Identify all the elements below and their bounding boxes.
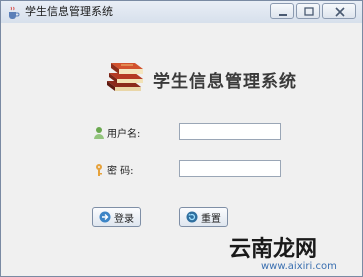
password-label: 密 码: xyxy=(107,166,134,177)
system-title: 学生信息管理系统 xyxy=(153,72,297,92)
username-input[interactable] xyxy=(179,123,281,140)
login-panel: 学生信息管理系统 用户名: 密 码: 登录 重置 云南龙网 www.aixiri… xyxy=(1,23,362,276)
login-window: 学生信息管理系统 学生信息管理系统 用户名: 密 码: 登录 重置 云南龙网 w… xyxy=(0,0,363,277)
reset-button[interactable]: 重置 xyxy=(179,207,228,227)
close-icon[interactable] xyxy=(322,3,356,19)
java-cup-icon xyxy=(6,5,20,19)
watermark-url: www.aixiri.com xyxy=(261,261,337,272)
watermark-logo: 云南龙网 xyxy=(229,236,318,262)
username-label: 用户名: xyxy=(107,129,141,140)
minimize-icon[interactable] xyxy=(270,3,294,19)
books-stack-icon xyxy=(103,57,145,93)
key-icon xyxy=(93,162,105,176)
login-icon xyxy=(99,211,111,223)
login-button-label: 登录 xyxy=(114,213,134,225)
reset-button-label: 重置 xyxy=(201,213,221,225)
window-title: 学生信息管理系统 xyxy=(25,5,113,18)
reset-icon xyxy=(186,211,198,223)
login-button[interactable]: 登录 xyxy=(92,207,141,227)
password-input[interactable] xyxy=(179,160,281,177)
user-icon xyxy=(93,125,105,139)
maximize-icon[interactable] xyxy=(296,3,320,19)
window-controls xyxy=(270,3,356,20)
title-bar[interactable]: 学生信息管理系统 xyxy=(1,1,362,24)
